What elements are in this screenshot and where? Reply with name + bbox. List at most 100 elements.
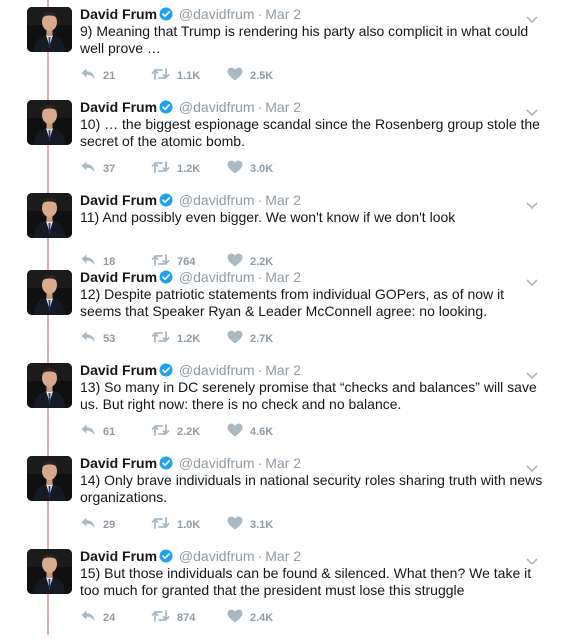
retweet-icon xyxy=(151,67,170,86)
reply-icon xyxy=(80,516,96,535)
like-icon xyxy=(227,160,243,179)
author-handle[interactable]: @davidfrum xyxy=(179,548,255,564)
chevron-down-icon[interactable] xyxy=(526,367,538,380)
chevron-down-icon[interactable] xyxy=(526,197,538,210)
tweet-date[interactable]: Mar 2 xyxy=(265,362,301,378)
tweet[interactable]: David Frum @davidfrum · Mar 2 15) But thos… xyxy=(0,546,567,639)
avatar[interactable] xyxy=(27,100,72,145)
retweet-icon xyxy=(151,423,170,442)
like-button[interactable]: 3.1K xyxy=(227,516,273,534)
like-icon xyxy=(227,423,243,442)
tweet-text: 15) But those individuals can be found &… xyxy=(80,565,532,598)
retweet-button[interactable]: 874 xyxy=(151,609,195,627)
like-button[interactable]: 3.0K xyxy=(227,160,273,178)
tweet[interactable]: David Frum @davidfrum · Mar 2 12) Despite … xyxy=(0,267,567,360)
tweet[interactable]: David Frum @davidfrum · Mar 2 10) … the bi… xyxy=(0,97,567,190)
reply-button[interactable]: 29 xyxy=(80,516,115,534)
reply-icon xyxy=(80,67,96,86)
chevron-down-icon[interactable] xyxy=(526,274,538,287)
retweet-count: 1.1K xyxy=(177,70,201,82)
tweet-date[interactable]: Mar 2 xyxy=(265,548,301,564)
retweet-count: 1.2K xyxy=(177,333,201,345)
author-handle[interactable]: @davidfrum xyxy=(179,455,255,471)
avatar[interactable] xyxy=(27,193,72,238)
tweet-text: 10) … the biggest espionage scandal sinc… xyxy=(80,116,540,149)
retweet-button[interactable]: 1.1K xyxy=(151,67,200,85)
author-handle[interactable]: @davidfrum xyxy=(179,269,255,285)
tweet-header: David Frum @davidfrum · Mar 2 xyxy=(80,5,301,25)
tweet-date[interactable]: Mar 2 xyxy=(265,455,301,471)
tweet-actions: 37 1.2K 3.0K xyxy=(80,160,380,178)
separator-dot: · xyxy=(257,192,263,208)
tweet-actions: 21 1.1K 2.5K xyxy=(80,67,380,85)
like-button[interactable]: 2.4K xyxy=(227,609,273,627)
author-name[interactable]: David Frum xyxy=(80,99,157,115)
reply-button[interactable]: 24 xyxy=(80,609,115,627)
chevron-down-icon[interactable] xyxy=(526,553,538,566)
author-name[interactable]: David Frum xyxy=(80,455,157,471)
author-handle[interactable]: @davidfrum xyxy=(179,362,255,378)
author-name[interactable]: David Frum xyxy=(80,269,157,285)
like-icon xyxy=(227,609,243,628)
reply-count: 29 xyxy=(103,519,116,531)
avatar[interactable] xyxy=(27,270,72,315)
reply-icon xyxy=(80,330,96,349)
tweet-date[interactable]: Mar 2 xyxy=(265,192,301,208)
like-count: 2.5K xyxy=(250,70,274,82)
tweet[interactable]: David Frum @davidfrum · Mar 2 9) Meaning t… xyxy=(0,4,567,97)
retweet-button[interactable]: 1.0K xyxy=(151,516,200,534)
retweet-button[interactable]: 1.2K xyxy=(151,160,200,178)
avatar[interactable] xyxy=(27,7,72,52)
chevron-down-icon[interactable] xyxy=(526,460,538,473)
tweet-text: 13) So many in DC serenely promise that … xyxy=(80,379,537,412)
tweet-date[interactable]: Mar 2 xyxy=(265,269,301,285)
tweet[interactable]: David Frum @davidfrum · Mar 2 13) So many … xyxy=(0,360,567,453)
retweet-icon xyxy=(151,160,170,179)
reply-count: 37 xyxy=(103,163,116,175)
author-name[interactable]: David Frum xyxy=(80,6,157,22)
retweet-button[interactable]: 2.2K xyxy=(151,423,200,441)
author-handle[interactable]: @davidfrum xyxy=(179,99,255,115)
tweet-header: David Frum @davidfrum · Mar 2 xyxy=(80,454,301,474)
like-button[interactable]: 4.6K xyxy=(227,423,273,441)
chevron-down-icon[interactable] xyxy=(526,11,538,24)
like-button[interactable]: 2.7K xyxy=(227,330,273,348)
separator-dot: · xyxy=(257,548,263,564)
like-icon xyxy=(227,330,243,349)
reply-count: 24 xyxy=(103,612,116,624)
tweet-actions: 53 1.2K 2.7K xyxy=(80,330,380,348)
tweet-header: David Frum @davidfrum · Mar 2 xyxy=(80,547,301,567)
retweet-button[interactable]: 1.2K xyxy=(151,330,200,348)
separator-dot: · xyxy=(257,6,263,22)
retweet-count: 1.2K xyxy=(177,163,201,175)
tweet-header: David Frum @davidfrum · Mar 2 xyxy=(80,268,301,288)
reply-button[interactable]: 37 xyxy=(80,160,115,178)
tweet-actions: 24 874 2.4K xyxy=(80,609,380,627)
like-count: 2.7K xyxy=(250,333,274,345)
like-count: 4.6K xyxy=(250,426,274,438)
like-count: 2.4K xyxy=(250,612,274,624)
reply-count: 21 xyxy=(103,70,116,82)
author-handle[interactable]: @davidfrum xyxy=(179,192,255,208)
separator-dot: · xyxy=(257,269,263,285)
author-handle[interactable]: @davidfrum xyxy=(179,6,255,22)
chevron-down-icon[interactable] xyxy=(526,104,538,117)
avatar[interactable] xyxy=(27,363,72,408)
avatar[interactable] xyxy=(27,456,72,501)
like-icon xyxy=(227,516,243,535)
separator-dot: · xyxy=(257,455,263,471)
like-button[interactable]: 2.5K xyxy=(227,67,273,85)
like-count: 3.0K xyxy=(250,163,274,175)
tweet-date[interactable]: Mar 2 xyxy=(265,99,301,115)
author-name[interactable]: David Frum xyxy=(80,192,157,208)
tweet-date[interactable]: Mar 2 xyxy=(265,6,301,22)
author-name[interactable]: David Frum xyxy=(80,548,157,564)
reply-button[interactable]: 61 xyxy=(80,423,115,441)
reply-button[interactable]: 53 xyxy=(80,330,115,348)
tweet-header: David Frum @davidfrum · Mar 2 xyxy=(80,361,301,381)
author-name[interactable]: David Frum xyxy=(80,362,157,378)
tweet[interactable]: David Frum @davidfrum · Mar 2 14) Only bra… xyxy=(0,453,567,546)
avatar[interactable] xyxy=(27,549,72,594)
reply-button[interactable]: 21 xyxy=(80,67,115,85)
separator-dot: · xyxy=(257,362,263,378)
